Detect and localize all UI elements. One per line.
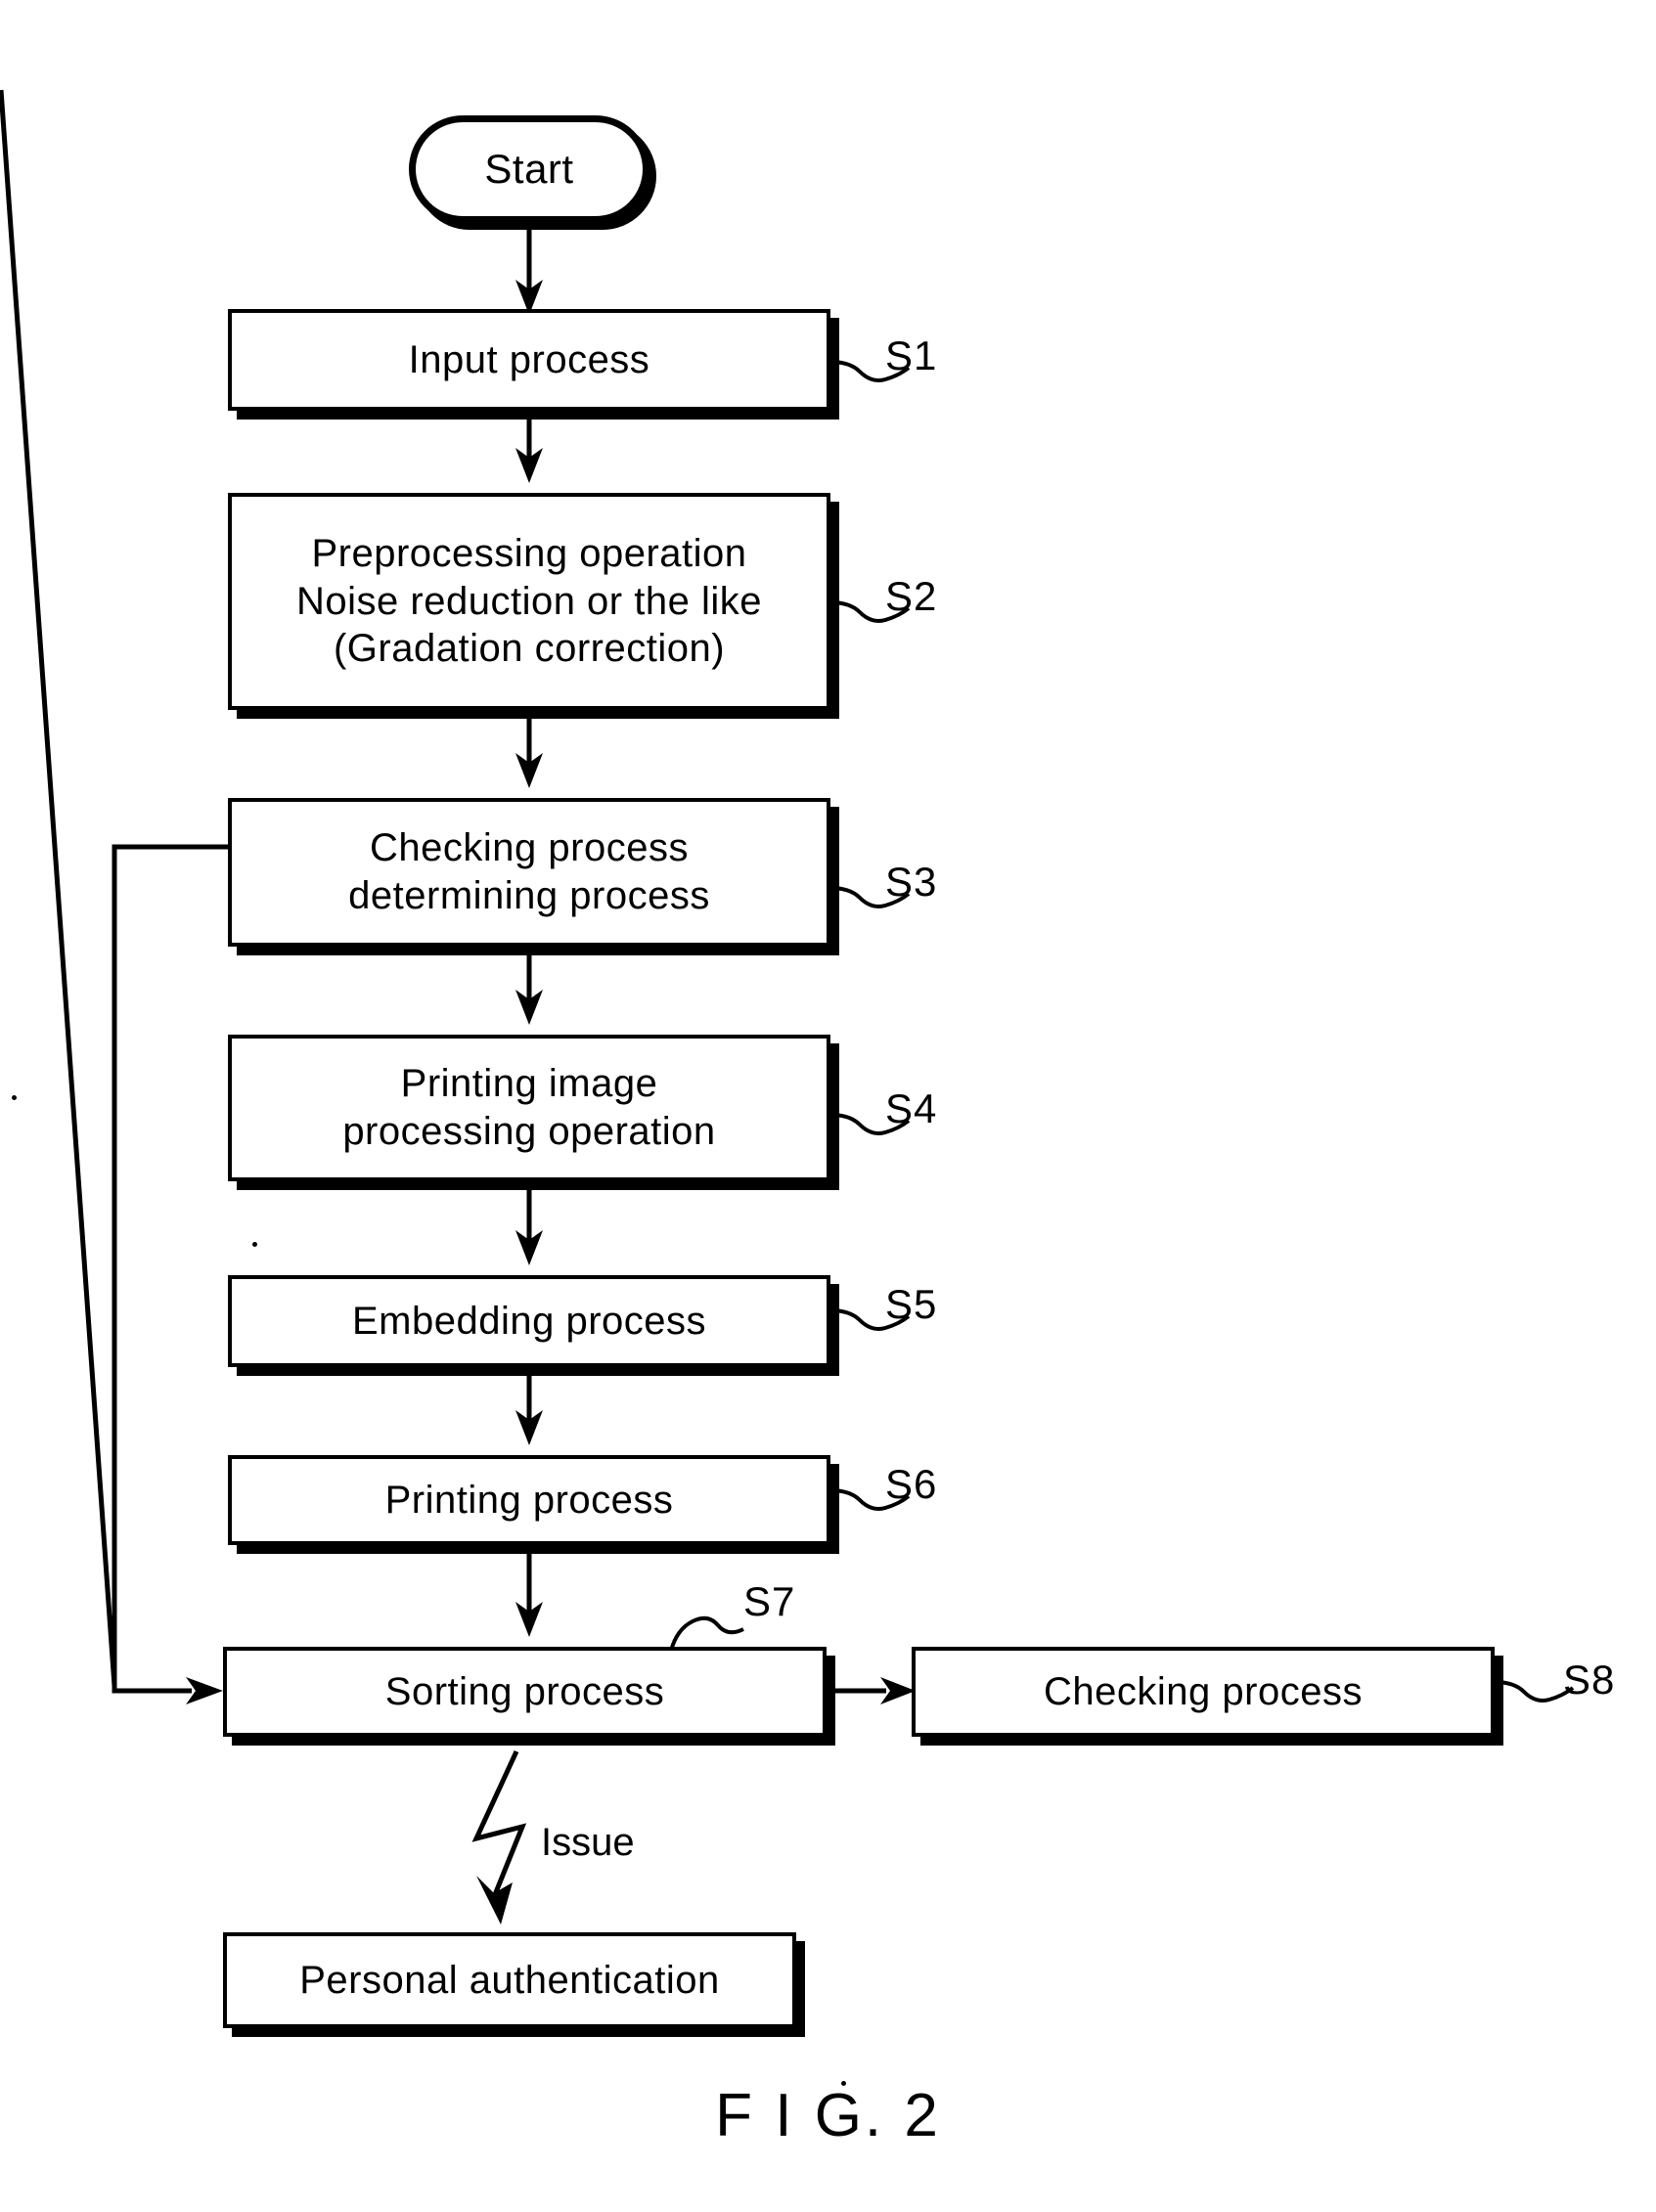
node-start-label: Start: [484, 146, 574, 193]
scan-artifact-dot: [252, 1242, 257, 1247]
step-label-s3: S3: [885, 859, 938, 905]
node-s3-label: Checking process determining process: [348, 826, 710, 917]
node-s3-checking-determining: Checking process determining process: [228, 798, 830, 947]
node-s1-input-process: Input process: [228, 309, 830, 411]
node-s6-label: Printing process: [384, 1478, 674, 1522]
scan-artifact-dot: [12, 1095, 17, 1100]
node-s5-embedding-process: Embedding process: [228, 1275, 830, 1367]
node-s2-preprocessing: Preprocessing operation Noise reduction …: [228, 493, 830, 710]
node-s7-label: Sorting process: [384, 1669, 665, 1713]
connector-issue-zigzag: [471, 1749, 527, 1898]
step-label-s2: S2: [885, 573, 938, 619]
step-label-s8: S8: [1563, 1657, 1616, 1703]
node-s8-label: Checking process: [1044, 1669, 1363, 1713]
node-personal-authentication: Personal authentication: [223, 1932, 796, 2028]
node-s2-label: Preprocessing operation Noise reduction …: [296, 531, 762, 671]
step-label-s7: S7: [743, 1578, 796, 1624]
node-s4-printing-image-processing: Printing image processing operation: [228, 1035, 830, 1181]
figure-caption: F I G. 2: [715, 2082, 941, 2149]
leader-line-s8: [1494, 1680, 1575, 1703]
patent-figure-page: Start Input process S1 Preprocessing ope…: [0, 0, 1656, 2212]
node-start: Start: [409, 115, 649, 223]
connector-feedback-path: [112, 844, 228, 1694]
arrowhead-issue: [476, 1876, 513, 1924]
node-s1-label: Input process: [408, 337, 650, 381]
node-personal-authentication-label: Personal authentication: [299, 1958, 720, 2002]
node-s8-checking-process: Checking process: [912, 1647, 1495, 1737]
node-s6-printing-process: Printing process: [228, 1455, 830, 1545]
edge-label-issue: Issue: [541, 1821, 635, 1864]
node-s4-label: Printing image processing operation: [342, 1062, 716, 1153]
step-label-s4: S4: [885, 1085, 938, 1131]
node-s5-label: Embedding process: [351, 1299, 707, 1343]
step-label-s6: S6: [885, 1461, 938, 1507]
node-s7-sorting-process: Sorting process: [223, 1647, 827, 1737]
step-label-s5: S5: [885, 1281, 938, 1327]
step-label-s1: S1: [885, 332, 938, 378]
